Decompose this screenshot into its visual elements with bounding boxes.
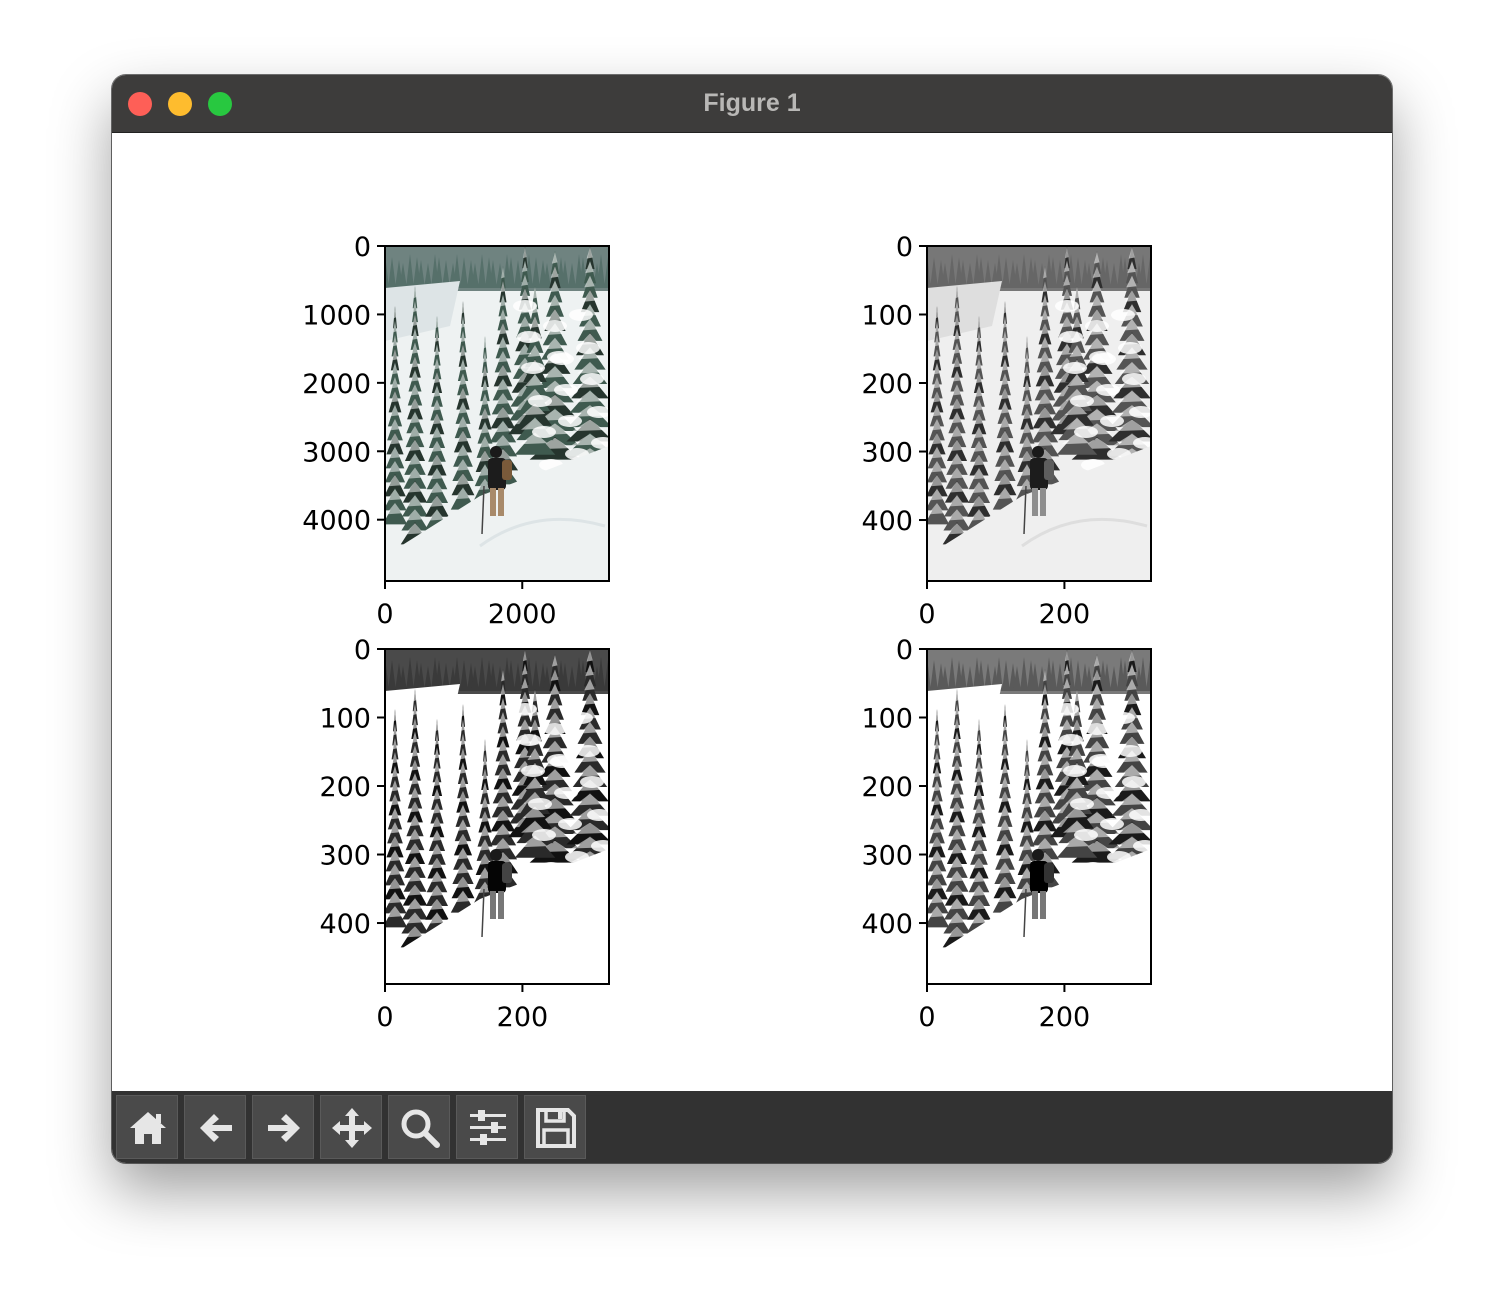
y-tick-label: 1000 <box>302 300 371 331</box>
arrow-left-icon <box>200 1114 232 1142</box>
title-bar[interactable]: Figure 1 <box>112 75 1392 133</box>
y-tick-label: 400 <box>861 909 913 940</box>
pan-button[interactable] <box>320 1095 382 1159</box>
search-icon <box>401 1109 440 1148</box>
x-tick-label: 0 <box>376 1002 393 1033</box>
subplot-4[interactable]: 0 100 200 300 400 0 200 <box>861 635 1165 1033</box>
x-tick-label: 0 <box>918 1002 935 1033</box>
move-icon <box>332 1108 372 1148</box>
y-tick-label: 0 <box>354 635 371 666</box>
y-tick-label: 3000 <box>302 437 371 468</box>
x-tick-label: 200 <box>1039 1002 1091 1033</box>
floppy-disk-icon <box>536 1108 576 1148</box>
figure-plot-area: 010002000300040000 200001002003004000 2000… <box>302 232 1165 1033</box>
y-tick-label: 100 <box>861 704 913 735</box>
zoom-button[interactable] <box>388 1095 450 1159</box>
y-tick-label: 300 <box>861 438 913 469</box>
y-tick-label: 300 <box>861 841 913 872</box>
navigation-toolbar <box>112 1091 1392 1163</box>
y-tick-label: 300 <box>319 841 371 872</box>
subplot-image <box>927 649 1151 984</box>
x-tick-label: 200 <box>497 1002 549 1033</box>
y-tick-label: 4000 <box>302 506 371 537</box>
subplot-2[interactable]: 0 100 200 300 400 0 200 <box>861 232 1165 630</box>
subplot-image <box>927 246 1151 581</box>
y-tick-label: 100 <box>861 301 913 332</box>
home-icon <box>130 1112 166 1144</box>
y-tick-label: 400 <box>861 506 913 537</box>
subplot-1[interactable]: 0 1000 2000 3000 4000 0 2000 <box>302 232 623 630</box>
configure-subplots-button[interactable] <box>456 1095 518 1159</box>
home-button[interactable] <box>116 1095 178 1159</box>
save-button[interactable] <box>524 1095 586 1159</box>
y-tick-label: 0 <box>896 635 913 666</box>
y-tick-label: 2000 <box>302 369 371 400</box>
figure-window: Figure 1 0 1000 2000 3000 4000 0 2000 0 100 200 30… <box>112 75 1392 1163</box>
y-tick-label: 0 <box>896 232 913 263</box>
y-tick-label: 200 <box>861 369 913 400</box>
back-button[interactable] <box>184 1095 246 1159</box>
figure-canvas[interactable]: 0 1000 2000 3000 4000 0 2000 0 100 200 300 400 0 200 0… <box>112 133 1392 1091</box>
y-tick-label: 0 <box>354 232 371 263</box>
x-tick-label: 0 <box>376 599 393 630</box>
x-tick-label: 200 <box>1039 599 1091 630</box>
y-tick-label: 200 <box>861 772 913 803</box>
x-tick-label: 0 <box>918 599 935 630</box>
window-title: Figure 1 <box>703 89 801 117</box>
subplot-3[interactable]: 0 100 200 300 400 0 200 <box>319 635 623 1033</box>
x-tick-label: 2000 <box>488 599 557 630</box>
y-tick-label: 400 <box>319 909 371 940</box>
y-tick-label: 100 <box>319 704 371 735</box>
subplot-image <box>385 246 609 581</box>
subplot-image <box>385 649 609 984</box>
forward-button[interactable] <box>252 1095 314 1159</box>
y-tick-label: 200 <box>319 772 371 803</box>
sliders-icon <box>470 1110 506 1145</box>
arrow-right-icon <box>268 1114 300 1142</box>
